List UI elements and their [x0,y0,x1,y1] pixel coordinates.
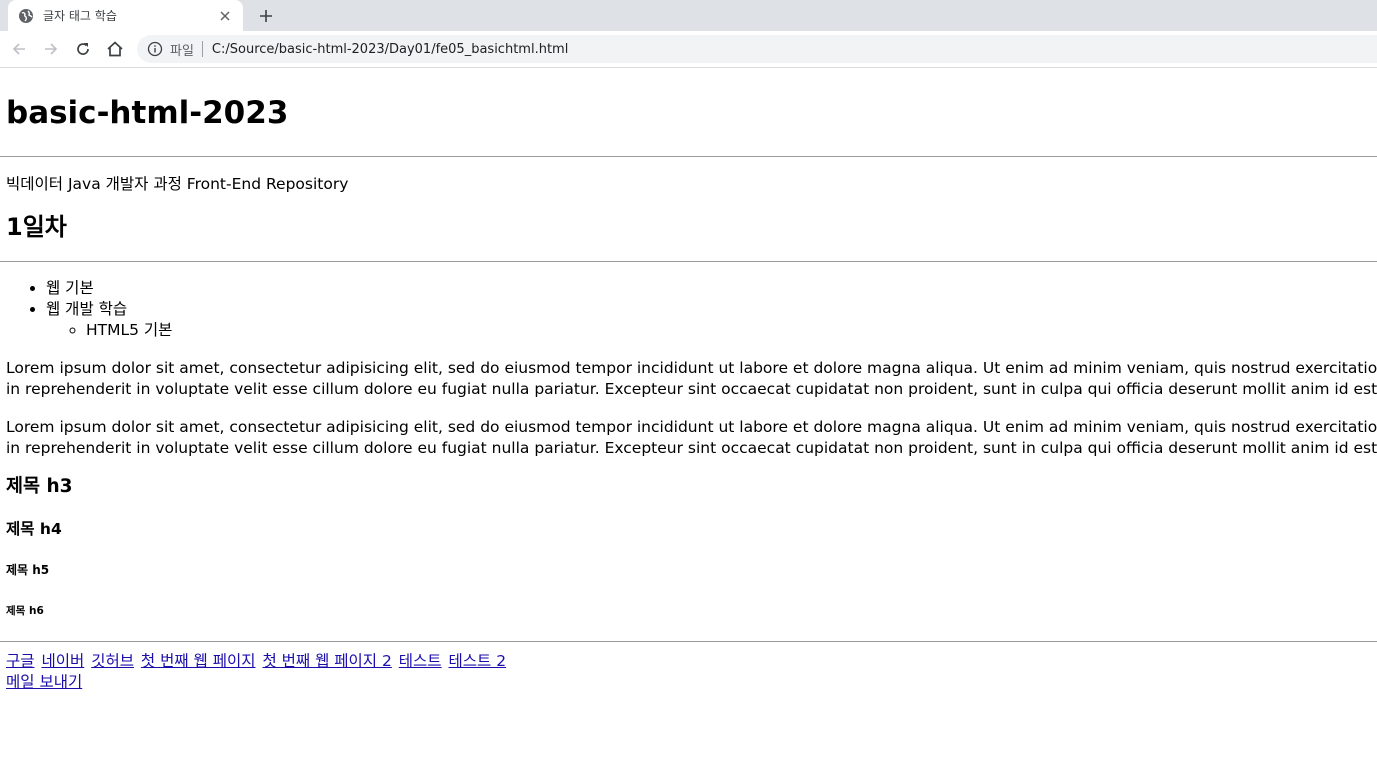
paragraph-line: Lorem ipsum dolor sit amet, consectetur … [6,418,1377,436]
day-heading: 1일차 [6,213,67,241]
link-send-mail[interactable]: 메일 보내기 [6,673,82,691]
reload-icon [75,41,91,57]
subtitle-paragraph: 빅데이터 Java 개발자 과정 Front-End Repository [6,175,349,193]
link-naver[interactable]: 네이버 [41,652,84,670]
sub-list-item-label: HTML5 기본 [86,321,173,339]
list-item-label: 웹 개발 학습 [46,300,128,318]
url-text[interactable]: C:/Source/basic-html-2023/Day01/fe05_bas… [212,42,568,57]
globe-icon [18,8,34,24]
list-item: 웹 기본 [46,278,1371,299]
lorem-paragraph: Lorem ipsum dolor sit amet, consectetur … [6,417,1377,459]
paragraph-line: in reprehenderit in voluptate velit esse… [6,380,1377,398]
sub-list: HTML5 기본 [46,320,1371,341]
list-item-label: 웹 기본 [46,279,94,297]
back-arrow-icon [11,41,27,57]
divider [0,641,1377,642]
info-icon[interactable] [147,41,163,57]
browser-tab[interactable]: 글자 태그 학습 [8,0,243,31]
scheme-label: 파일 [170,43,194,59]
topic-list: 웹 기본 웹 개발 학습 HTML5 기본 [6,278,1371,341]
link-test[interactable]: 테스트 [399,652,442,670]
forward-arrow-icon [43,41,59,57]
page-title: basic-html-2023 [6,95,289,131]
heading-h5: 제목 h5 [6,563,50,577]
home-icon [106,40,124,58]
back-button[interactable] [3,33,35,65]
paragraph-line: Lorem ipsum dolor sit amet, consectetur … [6,359,1377,377]
heading-h3: 제목 h3 [6,476,73,497]
link-test-2[interactable]: 테스트 2 [449,652,507,670]
list-item: 웹 개발 학습 HTML5 기본 [46,299,1371,341]
heading-h6: 제목 h6 [6,605,44,617]
tab-strip: 글자 태그 학습 [0,0,1377,31]
page-content: basic-html-2023 빅데이터 Java 개발자 과정 Front-E… [0,68,1377,772]
plus-icon [259,9,273,23]
link-google[interactable]: 구글 [6,652,35,670]
forward-button[interactable] [35,33,67,65]
lorem-paragraph: Lorem ipsum dolor sit amet, consectetur … [6,358,1377,400]
reload-button[interactable] [67,33,99,65]
divider [0,261,1377,262]
tab-title: 글자 태그 학습 [43,9,117,23]
link-github[interactable]: 깃허브 [91,652,134,670]
link-first-page-2[interactable]: 첫 번째 웹 페이지 2 [262,652,391,670]
divider [0,156,1377,157]
address-bar[interactable]: 파일 C:/Source/basic-html-2023/Day01/fe05_… [137,35,1377,63]
new-tab-button[interactable] [252,4,280,28]
close-icon[interactable] [217,8,233,24]
link-first-page[interactable]: 첫 번째 웹 페이지 [141,652,256,670]
home-button[interactable] [99,33,131,65]
browser-toolbar: 파일 C:/Source/basic-html-2023/Day01/fe05_… [0,31,1377,68]
heading-h4: 제목 h4 [6,520,62,538]
paragraph-line: in reprehenderit in voluptate velit esse… [6,439,1377,457]
address-separator [201,41,203,57]
sub-list-item: HTML5 기본 [86,320,1371,341]
link-section: 구글 네이버 깃허브 첫 번째 웹 페이지 첫 번째 웹 페이지 2 테스트 테… [6,651,1371,693]
